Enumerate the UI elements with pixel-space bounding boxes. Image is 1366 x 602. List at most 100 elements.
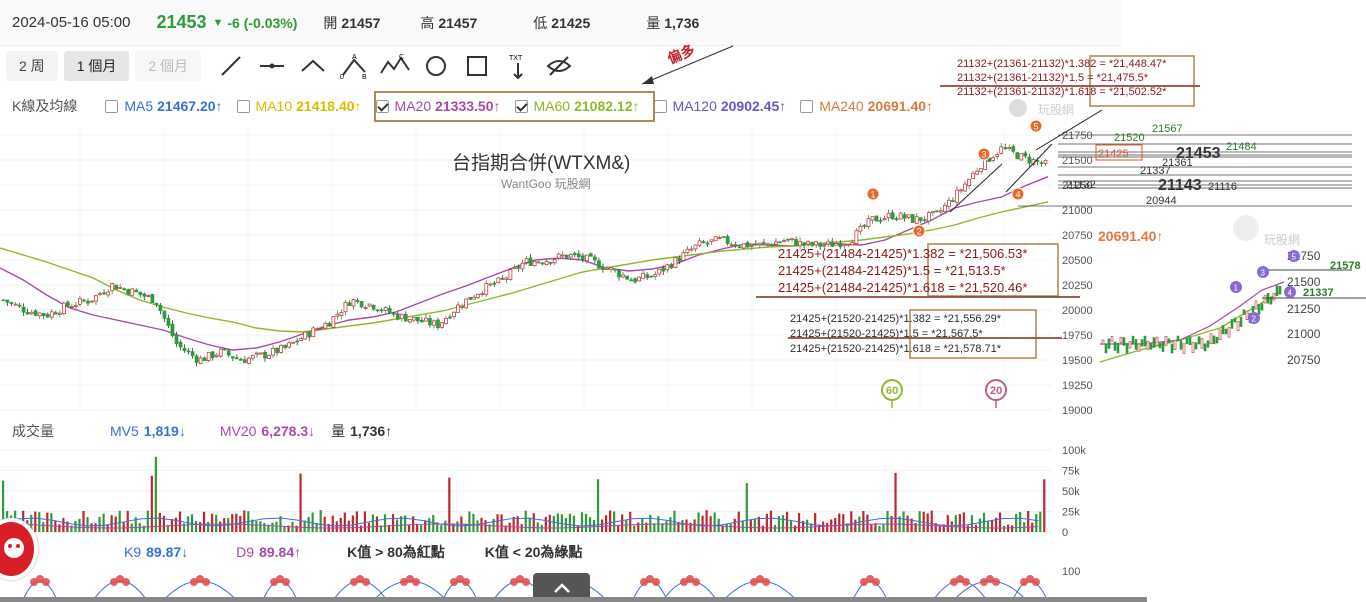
candle-body xyxy=(279,344,283,353)
volume-bar xyxy=(82,511,85,532)
fib-top-line-1: 21132+(21361-21132)*1.5 = *21,475.5* xyxy=(957,72,1149,84)
candle-body xyxy=(456,304,460,313)
candle-body xyxy=(870,216,875,221)
candle-body xyxy=(114,284,118,290)
inset-watermark-text: 玩股網 xyxy=(1264,233,1300,247)
chart-page: 2024-05-16 05:00 21453 ▼ -6 (-0.03%) 開 2… xyxy=(0,0,1366,602)
inset-candle xyxy=(1176,335,1180,342)
chat-bubble-button[interactable] xyxy=(0,518,38,580)
volume-bar xyxy=(713,512,716,532)
candle-body xyxy=(106,291,110,296)
candle-body xyxy=(287,342,291,348)
candle-body xyxy=(130,288,135,296)
k-over-80-dot xyxy=(122,578,130,586)
candle-body xyxy=(806,241,810,245)
candle-body xyxy=(315,328,320,331)
fib-mid-line-0: 21425+(21484-21425)*1.382 = *21,506.53* xyxy=(778,246,1027,261)
candle-body xyxy=(717,237,722,239)
candle-body xyxy=(621,274,625,278)
volume-bar xyxy=(1043,479,1046,532)
bottom-scrollbar[interactable] xyxy=(0,597,1147,602)
candle-body xyxy=(898,212,903,220)
candle-body xyxy=(926,212,931,222)
fib-low-line-0: 21425+(21520-21425)*1.382 = *21,556.29* xyxy=(790,313,1002,325)
fib-mid-line-2: 21425+(21484-21425)*1.618 = *21,520.46* xyxy=(778,280,1027,295)
level-label-20944: 20944 xyxy=(1146,195,1177,207)
volume-bar xyxy=(1002,525,1006,532)
volume-bar xyxy=(62,517,65,532)
vol-label: 量 xyxy=(331,423,346,439)
candle-body xyxy=(174,334,179,344)
volume-bar xyxy=(331,515,334,532)
candle-body xyxy=(725,236,730,245)
volume-bar xyxy=(74,520,77,532)
k-over-80-dot xyxy=(522,578,530,586)
candle-body xyxy=(935,210,939,213)
candle-body xyxy=(1003,147,1008,149)
volume-bar xyxy=(34,511,37,532)
candle-body xyxy=(995,154,1000,157)
volume-bar xyxy=(576,525,580,532)
watermark-text: 玩股網 xyxy=(1038,103,1074,117)
mv5-label: MV5 xyxy=(110,423,139,439)
volume-bar xyxy=(118,510,121,532)
candle-body xyxy=(53,312,58,315)
inset-candle xyxy=(1131,335,1135,344)
volume-bar xyxy=(319,510,322,532)
level-label-21143: 21143 xyxy=(1158,177,1202,194)
candle-body xyxy=(508,269,513,280)
candle-body xyxy=(271,347,275,356)
candle-body xyxy=(194,355,199,363)
volume-bar xyxy=(665,521,668,532)
candle-body xyxy=(902,214,907,219)
kd-y-tick: 100 xyxy=(1062,566,1080,578)
mv20-arrow: ↓ xyxy=(308,423,316,439)
k-over-80-note: K值 > 80為紅點 xyxy=(347,544,445,560)
chat-face-icon xyxy=(4,538,24,558)
volume-bar xyxy=(420,525,423,532)
volume-bar xyxy=(729,523,732,532)
candle-body xyxy=(766,243,770,246)
volume-bar xyxy=(428,518,431,532)
inset-candle xyxy=(1236,321,1240,331)
candle-body xyxy=(548,262,553,264)
inset-candle xyxy=(1143,335,1147,347)
candle-body xyxy=(500,278,505,280)
candle-body xyxy=(327,322,332,327)
volume-bar xyxy=(299,473,302,532)
candle-body xyxy=(601,266,605,270)
volume-bar xyxy=(383,514,387,532)
candle-body xyxy=(504,277,509,280)
volume-bar xyxy=(207,522,210,532)
fib-top-line-0: 21132+(21361-21132)*1.382 = *21,448.47* xyxy=(957,58,1167,70)
candle-body xyxy=(275,347,279,354)
inset-candle xyxy=(1200,337,1204,349)
inset-candle xyxy=(1245,310,1249,320)
candle-body xyxy=(460,306,464,308)
inset-candle xyxy=(1215,337,1219,344)
volume-bar xyxy=(842,514,845,532)
candle-body xyxy=(162,310,167,319)
volume-bar xyxy=(709,516,712,532)
candle-body xyxy=(263,351,267,359)
candle-body xyxy=(134,289,139,293)
candle-body xyxy=(146,295,151,297)
inset-candle xyxy=(1197,336,1201,345)
candle-body xyxy=(544,260,549,266)
volume-bar xyxy=(154,456,157,532)
candle-body xyxy=(862,224,867,227)
volume-bar xyxy=(203,511,206,532)
candle-body xyxy=(629,279,633,282)
candle-body xyxy=(78,298,82,305)
candle-body xyxy=(778,241,782,244)
volume-bar xyxy=(693,519,696,532)
candle-body xyxy=(790,238,794,240)
candle-body xyxy=(918,217,923,221)
volume-bar xyxy=(58,524,61,532)
inset-candle xyxy=(1260,303,1264,311)
candle-body xyxy=(649,275,654,278)
candle-body xyxy=(516,266,521,269)
y-tick-label: 19250 xyxy=(1062,380,1093,392)
candle-body xyxy=(520,262,525,270)
inset-candle xyxy=(1272,293,1276,301)
